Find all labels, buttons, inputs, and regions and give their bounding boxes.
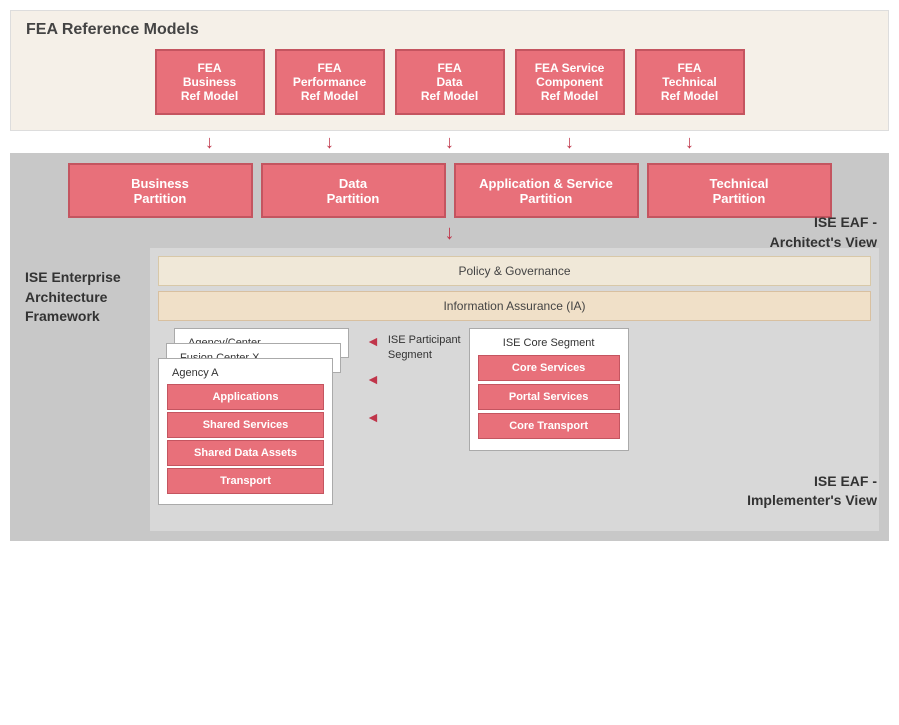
fea-arrows-row: ↓ ↓ ↓ ↓ ↓: [10, 131, 889, 153]
shared-data-row: Shared Data Assets: [167, 440, 324, 466]
segment-arrow-1: ◄: [366, 333, 380, 349]
card-layer-agency-a: Agency A Applications Shared Services Sh…: [158, 358, 333, 505]
arrow-2: ↓: [275, 133, 385, 151]
arrow-5: ↓: [635, 133, 745, 151]
ise-enterprise-label: ISE EnterpriseArchitectureFramework: [20, 248, 150, 531]
participant-segment-label: ISE ParticipantSegment: [388, 328, 461, 364]
fea-box-2: FEAPerformanceRef Model: [275, 49, 385, 115]
segment-label-area: ◄ ◄ ◄ ISE ParticipantSegment: [366, 328, 461, 425]
transport-row: Transport: [167, 468, 324, 494]
agency-a-label: Agency A: [167, 364, 324, 382]
segment-arrow-3: ◄: [366, 409, 380, 425]
data-partition: DataPartition: [261, 163, 446, 218]
fea-box-1: FEABusinessRef Model: [155, 49, 265, 115]
fea-boxes: FEABusinessRef Model FEAPerformanceRef M…: [26, 49, 873, 115]
ise-eaf-architect-label: ISE EAF -Architect's View: [770, 213, 877, 252]
stacked-cards-wrapper: Agency/Center ... Fusion Center X Agency…: [158, 328, 353, 523]
ia-bar: Information Assurance (IA): [158, 291, 871, 321]
connector-arrow: ↓: [20, 222, 879, 245]
core-segment: ISE Core Segment Core Services Portal Se…: [469, 328, 629, 451]
fea-section: FEA Reference Models FEABusinessRef Mode…: [10, 10, 889, 131]
fea-box-5: FEATechnicalRef Model: [635, 49, 745, 115]
arrow-1: ↓: [155, 133, 265, 151]
ise-eaf-implementer-label: ISE EAF -Implementer's View: [747, 472, 877, 511]
core-services-row: Core Services: [478, 355, 620, 381]
app-service-partition: Application & ServicePartition: [454, 163, 639, 218]
applications-row: Applications: [167, 384, 324, 410]
arrow-4: ↓: [515, 133, 625, 151]
main-container: FEA Reference Models FEABusinessRef Mode…: [0, 0, 899, 725]
business-partition: BusinessPartition: [68, 163, 253, 218]
fea-box-3: FEADataRef Model: [395, 49, 505, 115]
segment-arrow-2: ◄: [366, 371, 380, 387]
core-transport-row: Core Transport: [478, 413, 620, 439]
arrow-3: ↓: [395, 133, 505, 151]
partitions-row: BusinessPartition DataPartition Applicat…: [20, 163, 879, 218]
fea-box-4: FEA ServiceComponentRef Model: [515, 49, 625, 115]
fea-title: FEA Reference Models: [26, 21, 873, 39]
framework-section: BusinessPartition DataPartition Applicat…: [10, 153, 889, 541]
portal-services-row: Portal Services: [478, 384, 620, 410]
shared-services-row: Shared Services: [167, 412, 324, 438]
core-segment-title: ISE Core Segment: [478, 337, 620, 349]
policy-bar: Policy & Governance: [158, 256, 871, 286]
technical-partition: TechnicalPartition: [647, 163, 832, 218]
